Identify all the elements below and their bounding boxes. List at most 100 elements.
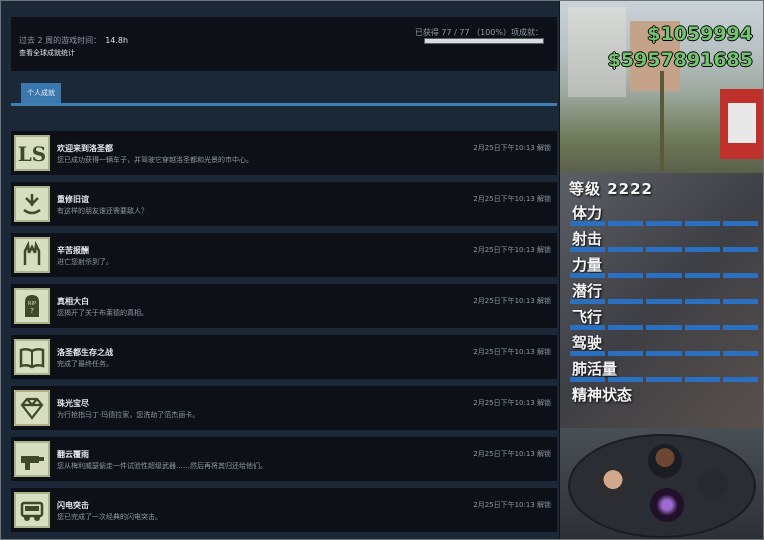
stat-bar-segment [646, 377, 682, 382]
stat-row: 飞行 [570, 306, 760, 332]
book-icon [14, 339, 50, 375]
playtime-value: 14.8h [105, 36, 129, 45]
achievement-unlock-date: 2月25日下午10:13 解锁 [473, 450, 551, 458]
character-portrait-michael [596, 466, 630, 500]
achievement-row[interactable]: 珠光宝尽 为行抢指马丁·玛德拉家，您洗劫了范杰丽卡。 2月25日下午10:13 解锁 [11, 386, 557, 430]
achievement-row[interactable]: 洛圣都生存之战 完成了最终任务。 2月25日下午10:13 解锁 [11, 335, 557, 379]
stat-bar-segment [722, 351, 759, 356]
achievement-description: 有这样的朋友谁还需要敌人？ [57, 207, 148, 215]
playtime-label: 过去 2 周的游戏时间： [19, 36, 102, 45]
progress-bar [424, 38, 544, 44]
stat-bar-segment [684, 273, 720, 278]
character-portrait-trevor [698, 470, 728, 500]
achievement-list: LS 欢迎来到洛圣都您已成功获得一辆车子，并驾驶它穿越洛圣都和光景的市中心。 2月2… [11, 131, 557, 539]
achievement-row[interactable]: 翻云覆雨您从梅利威瑟偷走一件试验性超级武器……然后再将其归还给他们。 2月25日下… [11, 437, 557, 481]
achievement-title: 洛圣都生存之战 [57, 348, 113, 357]
stat-row: 驾驶 [570, 332, 760, 358]
achievement-description: 您已完成了一次经典的闪电突击。 [57, 513, 162, 521]
stat-row: 体力 [570, 202, 760, 228]
stat-bar-segment [608, 273, 644, 278]
stat-bar-segment [722, 273, 759, 278]
achievements-panel: 过去 2 周的游戏时间： 14.8h 查看全球成就统计 已获得 77 / 77 （… [1, 1, 559, 539]
achievement-row[interactable]: RIP? 真相大白 您揭开了关于布莱德的真相。 2月25日下午10:13 解锁 [11, 284, 557, 328]
stat-bar-segment [570, 299, 606, 304]
stat-bar-segment [570, 377, 606, 382]
stat-bar-segment [646, 325, 682, 330]
stat-bar [570, 273, 759, 278]
stat-label: 肺活量 [572, 360, 618, 378]
stat-bar-segment [570, 325, 606, 330]
achievement-row[interactable]: LS 欢迎来到洛圣都您已成功获得一辆车子，并驾驶它穿越洛圣都和光景的市中心。 2月2… [11, 131, 557, 175]
achievement-icon-graphic [21, 456, 44, 470]
achievement-unlock-date: 2月25日下午10:13 解锁 [473, 246, 551, 254]
stat-bar-segment [722, 221, 759, 226]
achievement-description: 您已成功获得一辆车子，并驾驶它穿越洛圣都和光景的市中心。 [57, 156, 253, 164]
stat-row: 肺活量 [570, 358, 760, 384]
stat-bar [570, 247, 759, 252]
stat-bar [570, 221, 759, 226]
game-screenshot: $1059994 $5957891685 等级 2222 体力 射击 力量 潜行 飞行驾… [560, 1, 763, 539]
stat-bar-segment [608, 351, 644, 356]
achievement-icon-graphic [23, 194, 41, 215]
achievement-description: 您揭开了关于布莱德的真相。 [57, 309, 148, 317]
stat-bar-segment [646, 299, 682, 304]
achievement-row[interactable]: 重修旧谊有这样的朋友谁还需要敌人？ 2月25日下午10:13 解锁 [11, 182, 557, 226]
stat-label: 潜行 [572, 282, 603, 300]
stat-bar-segment [722, 325, 759, 330]
stat-bar-segment [646, 273, 682, 278]
achievement-description: 完成了最终任务。 [57, 360, 113, 368]
stat-bar-segment [646, 247, 682, 252]
stat-bar-segment [608, 299, 644, 304]
achievement-title: 辛苦报酬 [57, 246, 89, 255]
achievement-description: 您从梅利威瑟偷走一件试验性超级武器……然后再将其归还给他们。 [57, 462, 267, 470]
achievement-title: 欢迎来到洛圣都 [57, 144, 113, 153]
achievement-unlock-date: 2月25日下午10:13 解锁 [473, 297, 551, 305]
achievement-row[interactable]: 辛苦报酬进亡您射杀到了。 2月25日下午10:13 解锁 [11, 233, 557, 277]
achievement-row[interactable]: 闪电突击 您已完成了一次经典的闪电突击。 2月25日下午10:13 解锁 [11, 488, 557, 532]
stat-bar-segment [684, 221, 720, 226]
character-wheel [560, 428, 763, 539]
stat-bar-segment [608, 247, 644, 252]
achievement-icon-graphic [20, 501, 44, 521]
stat-bar-segment [646, 351, 682, 356]
achievement-icon-graphic: LS [18, 142, 47, 166]
character-portrait-online [650, 488, 684, 522]
character-portrait-franklin [648, 444, 682, 478]
ls-logo-icon: LS [14, 135, 50, 171]
achievement-unlock-date: 2月25日下午10:13 解锁 [473, 348, 551, 356]
player-level: 等级 2222 [569, 180, 653, 198]
stat-bar-segment [570, 221, 606, 226]
stat-row: 射击 [570, 228, 760, 254]
tab-personal-achievements[interactable]: 个人成就 [21, 83, 61, 103]
achievement-unlock-date: 2月25日下午10:13 解锁 [473, 399, 551, 407]
achievement-summary: 过去 2 周的游戏时间： 14.8h 查看全球成就统计 已获得 77 / 77 （… [11, 17, 557, 71]
stat-row: 精神状态 [570, 384, 760, 410]
stat-bar-segment [608, 325, 644, 330]
achievement-icon-graphic [19, 347, 45, 369]
achievement-title: 翻云覆雨 [57, 450, 89, 459]
player-stats: 等级 2222 体力 射击 力量 潜行 飞行 驾驶 肺活量 精神状态 [560, 173, 763, 428]
playtime-info: 过去 2 周的游戏时间： 14.8h [19, 35, 128, 46]
stat-label: 飞行 [572, 308, 603, 326]
stat-bar-segment [570, 247, 606, 252]
svg-text:?: ? [30, 307, 34, 315]
achievement-title: 重修旧谊 [57, 195, 89, 204]
street-scene: $1059994 $5957891685 [560, 1, 763, 173]
stat-label: 体力 [572, 204, 603, 222]
palm-tree [660, 71, 664, 171]
achievement-unlock-date: 2月25日下午10:13 解锁 [473, 195, 551, 203]
stat-label: 射击 [572, 230, 603, 248]
stat-bar-segment [608, 221, 644, 226]
bank-display: $5957891685 [607, 49, 753, 71]
achievement-unlock-date: 2月25日下午10:13 解锁 [473, 144, 551, 152]
stat-bar-segment [722, 299, 759, 304]
stat-bar [570, 377, 759, 382]
tombstone-icon: RIP? [14, 288, 50, 324]
stat-bar-segment [570, 351, 606, 356]
achievement-description: 为行抢指马丁·玛德拉家，您洗劫了范杰丽卡。 [57, 411, 200, 419]
tab-bar: 个人成就 [11, 81, 557, 106]
money-display: $1059994 [647, 23, 753, 45]
global-stats-link[interactable]: 查看全球成就统计 [19, 48, 75, 58]
achievement-description: 进亡您射杀到了。 [57, 258, 113, 266]
stat-bar-segment [722, 247, 759, 252]
